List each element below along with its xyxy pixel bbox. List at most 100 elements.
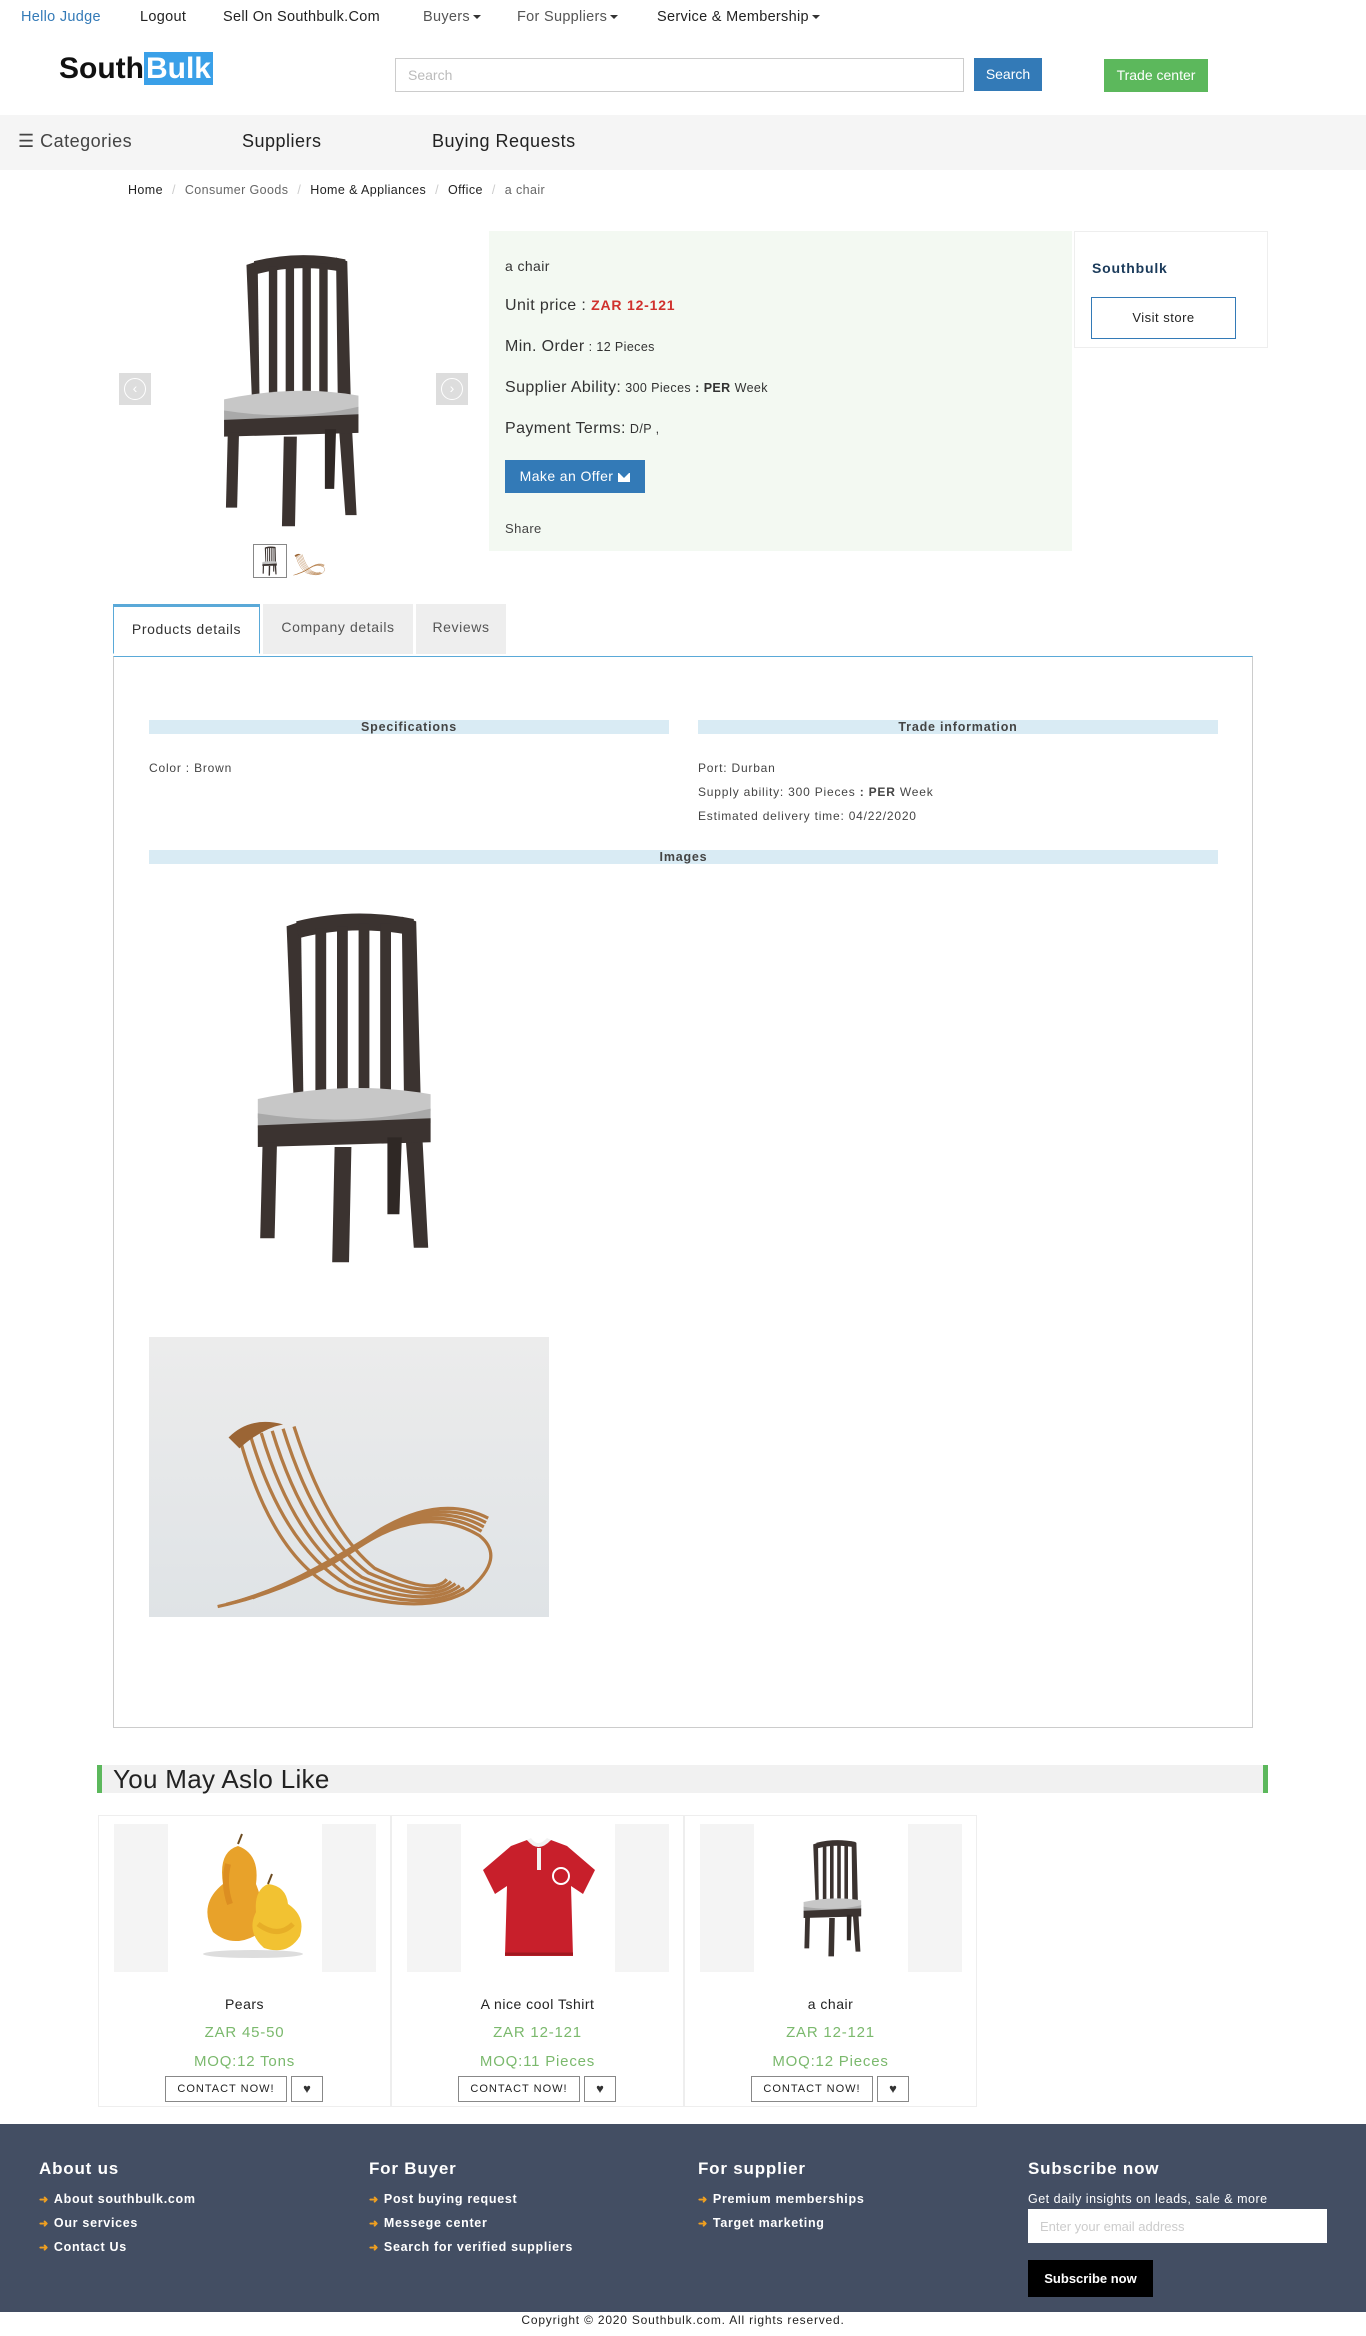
top-nav: Hello Judge Logout Sell On Southbulk.Com… xyxy=(0,0,1366,34)
payment-terms-label: Payment Terms: xyxy=(505,420,626,437)
footer: About us ➜ About southbulk.com ➜ Our servi… xyxy=(0,2124,1366,2312)
contact-now-button[interactable]: CONTACT NOW! xyxy=(751,2076,873,2102)
chevron-down-icon xyxy=(472,15,481,20)
heart-icon: ♥ xyxy=(303,2081,311,2096)
store-name[interactable]: Southbulk xyxy=(1092,260,1168,276)
contact-now-button[interactable]: CONTACT NOW! xyxy=(458,2076,580,2102)
product-name: a chair xyxy=(505,258,550,274)
supplier-ability-label: Supplier Ability: xyxy=(505,379,622,396)
spec-color: Color : Brown xyxy=(149,761,233,775)
product-card-price: ZAR 45-50 xyxy=(204,2024,285,2041)
favorite-button[interactable]: ♥ xyxy=(291,2076,323,2102)
trade-center-button[interactable]: Trade center xyxy=(1104,59,1208,92)
arrow-right-icon: ➜ xyxy=(698,2218,708,2230)
contact-now-button[interactable]: CONTACT NOW! xyxy=(165,2076,287,2102)
product-card-moq: MOQ:12 Pieces xyxy=(772,2053,889,2070)
product-card-price: ZAR 12-121 xyxy=(493,2024,582,2041)
for-suppliers-dropdown[interactable]: For Suppliers xyxy=(517,9,619,25)
gallery-thumb-2[interactable] xyxy=(292,544,326,578)
arrow-right-icon: ➜ xyxy=(39,2218,49,2230)
unit-price-row: Unit price : ZAR 12-121 xyxy=(505,297,675,315)
gallery-prev-button[interactable]: ‹ xyxy=(119,373,151,405)
trade-supply-per: PER xyxy=(868,785,896,799)
search-button[interactable]: Search xyxy=(974,58,1042,91)
gallery-thumb-1[interactable] xyxy=(253,544,287,578)
chair-image xyxy=(803,1840,862,1957)
footer-link-verified-suppliers[interactable]: ➜ Search for verified suppliers xyxy=(369,2240,573,2254)
breadcrumb-office[interactable]: Office xyxy=(448,183,483,197)
chevron-right-icon: › xyxy=(441,378,463,400)
min-order-value: : 12 Pieces xyxy=(588,340,655,354)
tab-reviews[interactable]: Reviews xyxy=(416,604,506,654)
footer-supplier-title: For supplier xyxy=(698,2159,806,2178)
buying-requests-link[interactable]: Buying Requests xyxy=(432,131,576,152)
footer-link-message-center[interactable]: ➜ Messege center xyxy=(369,2216,488,2230)
you-may-also-like-title: You May Aslo Like xyxy=(113,1764,330,1794)
product-card-name[interactable]: a chair xyxy=(685,1996,976,2012)
breadcrumb-consumer-goods[interactable]: Consumer Goods xyxy=(185,183,289,197)
trade-supply-unit: Week xyxy=(899,785,934,799)
envelope-icon xyxy=(618,472,631,482)
buyers-dropdown[interactable]: Buyers xyxy=(423,9,481,25)
footer-link-services[interactable]: ➜ Our services xyxy=(39,2216,138,2230)
product-card-name[interactable]: Pears xyxy=(99,1996,390,2012)
tab-products-details[interactable]: Products details xyxy=(113,604,260,654)
suppliers-link[interactable]: Suppliers xyxy=(242,131,322,152)
trade-supply-ability: Supply ability: 300 Pieces : PER Week xyxy=(698,785,934,799)
categories-menu[interactable]: ☰ Categories xyxy=(18,131,132,152)
breadcrumb-home-appliances[interactable]: Home & Appliances xyxy=(310,183,426,197)
product-card-name[interactable]: A nice cool Tshirt xyxy=(392,1996,683,2012)
breadcrumb-home[interactable]: Home xyxy=(128,183,163,197)
pears-image xyxy=(203,1833,303,1958)
supplier-ability-value: 300 Pieces xyxy=(625,381,692,395)
make-offer-button[interactable]: Make an Offer xyxy=(505,460,645,493)
logo-bulk: Bulk xyxy=(143,52,213,85)
tab-company-details[interactable]: Company details xyxy=(263,604,413,654)
make-offer-label: Make an Offer xyxy=(519,468,614,484)
footer-link-target-marketing[interactable]: ➜ Target marketing xyxy=(698,2216,825,2230)
gallery-next-button[interactable]: › xyxy=(436,373,468,405)
logout-link[interactable]: Logout xyxy=(140,9,186,25)
footer-about-title: About us xyxy=(39,2159,120,2178)
product-main-image[interactable] xyxy=(200,250,390,530)
images-heading: Images xyxy=(149,850,1218,864)
product-card[interactable]: Pears ZAR 45-50 MOQ:12 Tons CONTACT NOW!… xyxy=(98,1815,391,2107)
service-label: Service & Membership xyxy=(657,9,809,25)
hello-user-link[interactable]: Hello Judge xyxy=(21,9,101,25)
footer-link-about[interactable]: ➜ About southbulk.com xyxy=(39,2192,196,2206)
tshirt-image xyxy=(483,1838,595,1956)
breadcrumb-current: a chair xyxy=(504,183,546,197)
favorite-button[interactable]: ♥ xyxy=(584,2076,616,2102)
payment-terms-value: D/P , xyxy=(629,422,660,436)
product-card-image[interactable] xyxy=(700,1824,962,1972)
service-dropdown[interactable]: Service & Membership xyxy=(657,9,820,25)
store-box: Southbulk Visit store xyxy=(1074,231,1268,348)
footer-link-post-request[interactable]: ➜ Post buying request xyxy=(369,2192,517,2206)
supplier-ability-row: Supplier Ability: 300 Pieces : PER Week xyxy=(505,379,768,397)
sell-link[interactable]: Sell On Southbulk.Com xyxy=(223,9,380,25)
min-order-label: Min. Order xyxy=(505,338,585,355)
site-logo[interactable]: SouthBulk xyxy=(59,52,213,86)
favorite-button[interactable]: ♥ xyxy=(877,2076,909,2102)
product-card[interactable]: A nice cool Tshirt ZAR 12-121 MOQ:11 Pie… xyxy=(391,1815,684,2107)
share-label[interactable]: Share xyxy=(505,521,542,536)
product-card[interactable]: a chair ZAR 12-121 MOQ:12 Pieces CONTACT… xyxy=(684,1815,977,2107)
subscribe-button[interactable]: Subscribe now xyxy=(1028,2260,1153,2297)
breadcrumb: Home / Consumer Goods / Home & Appliances / Of… xyxy=(128,183,546,197)
subscribe-email-input[interactable] xyxy=(1028,2209,1327,2243)
footer-link-contact[interactable]: ➜ Contact Us xyxy=(39,2240,127,2254)
product-card-image[interactable] xyxy=(114,1824,376,1972)
arrow-right-icon: ➜ xyxy=(369,2194,379,2206)
trade-supply-prefix: Supply ability: 300 Pieces xyxy=(698,785,856,799)
search-input[interactable] xyxy=(395,58,964,92)
unit-price-label: Unit price : xyxy=(505,297,592,314)
product-info-panel: a chair Unit price : ZAR 12-121 Min. Ord… xyxy=(489,231,1072,551)
min-order-row: Min. Order : 12 Pieces xyxy=(505,338,655,356)
visit-store-button[interactable]: Visit store xyxy=(1091,297,1236,339)
trade-delivery-time: Estimated delivery time: 04/22/2020 xyxy=(698,809,917,823)
footer-link-premium[interactable]: ➜ Premium memberships xyxy=(698,2192,864,2206)
product-card-image[interactable] xyxy=(407,1824,669,1972)
trade-port: Port: Durban xyxy=(698,761,776,775)
chevron-left-icon: ‹ xyxy=(124,378,146,400)
arrow-right-icon: ➜ xyxy=(39,2194,49,2206)
